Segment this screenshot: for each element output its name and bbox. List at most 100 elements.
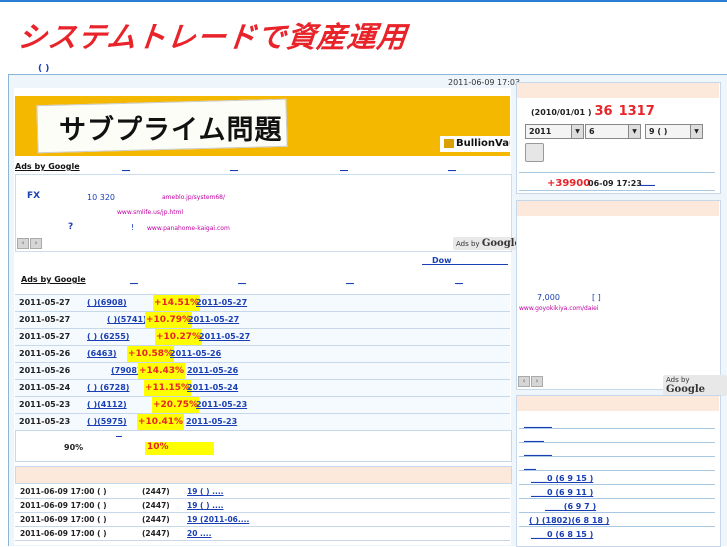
date-link[interactable]: 2011-05-26 xyxy=(170,346,221,362)
gain-percent: +10.79% xyxy=(145,312,193,328)
stats-count: 36 xyxy=(594,104,613,119)
breadcrumb[interactable]: ( ) xyxy=(38,64,49,74)
ads-by-google-label-2[interactable]: Ads by Google xyxy=(21,275,86,284)
divider xyxy=(519,512,715,513)
sidebar-ad-url[interactable]: www.goyokikiya.com/daiei xyxy=(519,305,599,312)
stock-link[interactable]: ( )(6908) xyxy=(87,295,127,311)
ranking-link[interactable]: ____0 (6 9 15 ) xyxy=(531,474,593,483)
day-value: 9 ( ) xyxy=(649,127,668,136)
ranking-link[interactable]: ____ (6 9 7 ) xyxy=(545,502,596,511)
ad-link-8[interactable]: __ xyxy=(455,275,463,284)
gain-percent: +11.15% xyxy=(144,380,192,396)
gain-percent: +20.75% xyxy=(152,397,200,413)
ad-url-3[interactable]: www.panahome-kaigai.com xyxy=(147,225,230,232)
divider xyxy=(519,484,715,485)
sidebar-ad-next-button[interactable]: › xyxy=(531,376,543,387)
chevron-down-icon: ▼ xyxy=(690,125,702,138)
ranking-link[interactable]: ____0 (6 9 11 ) xyxy=(531,488,593,497)
stock-link[interactable]: ( )(4112) xyxy=(87,397,127,413)
ranking-link[interactable]: _______ xyxy=(524,447,552,456)
gain-percent: +14.43% xyxy=(138,363,186,379)
signal-date: 2011-05-26 xyxy=(19,366,71,375)
gain-percent: +14.51% xyxy=(153,295,201,311)
date-link[interactable]: 2011-05-23 xyxy=(186,414,237,430)
ad-link-5[interactable]: __ xyxy=(130,275,138,284)
date-link[interactable]: 2011-05-23 xyxy=(196,397,247,413)
ads-by-google-label[interactable]: Ads by Google xyxy=(15,162,80,171)
news-datetime: 2011-06-09 17:00 ( ) xyxy=(20,529,107,538)
chevron-down-icon: ▼ xyxy=(628,125,640,138)
news-link[interactable]: 19 (2011-06.... xyxy=(187,513,249,526)
fx-ad-title[interactable]: FX xyxy=(27,191,40,201)
ad-link-7[interactable]: __ xyxy=(346,275,354,284)
price-link[interactable]: ____ xyxy=(639,177,655,186)
site-logo[interactable]: システムトレードで資産運用 xyxy=(16,14,410,56)
ad-url-2[interactable]: www.smlife.us/jp.html xyxy=(117,209,183,216)
ranking-link[interactable]: _______ xyxy=(524,419,552,428)
news-datetime: 2011-06-09 17:00 ( ) xyxy=(20,501,107,510)
year-select[interactable]: 2011 ▼ xyxy=(525,124,584,139)
month-value: 6 xyxy=(589,127,595,136)
sidebar-ad-amount[interactable]: 7,000 xyxy=(537,293,560,302)
summary-left-value: 90% xyxy=(64,443,84,452)
ranking-link[interactable]: ___ xyxy=(524,461,536,470)
sidebar-ad-brackets[interactable]: [ ] xyxy=(592,293,601,302)
ranking-link[interactable]: ( ) (1802)(6 8 18 ) xyxy=(529,516,609,525)
ad-link-1[interactable]: __ xyxy=(122,162,130,171)
ranking-link[interactable]: ____0 (6 8 15 ) xyxy=(531,530,593,539)
submit-button[interactable] xyxy=(525,143,544,162)
table-row: 2011-05-23 ( )(5975) +10.41% 2011-05-23 xyxy=(15,414,510,431)
bullionvault-logo[interactable]: BullionVault xyxy=(440,136,510,152)
ad-link-6[interactable]: __ xyxy=(238,275,246,284)
signals-table: 2011-05-27 ( )(6908) +14.51% 2011-05-27 … xyxy=(15,294,510,431)
stock-link[interactable]: (6463) xyxy=(87,346,117,362)
date-link[interactable]: 2011-05-27 xyxy=(199,329,250,345)
news-link[interactable]: 20 .... xyxy=(187,527,211,540)
news-link[interactable]: 19 ( ) .... xyxy=(187,485,224,498)
table-row: 2011-06-09 17:00 ( ) (2447) 19 ( ) .... xyxy=(15,499,510,513)
divider xyxy=(519,456,715,457)
table-row: 2011-06-09 17:00 ( ) (2447) 19 ( ) .... xyxy=(15,485,510,499)
ad-next-button[interactable]: › xyxy=(30,238,42,249)
summary-link[interactable] xyxy=(116,436,122,437)
signal-date: 2011-05-26 xyxy=(19,349,71,358)
divider xyxy=(519,190,715,191)
ad-question-title[interactable]: ? xyxy=(68,222,73,232)
banner-ad[interactable]: サブプライム問題 BullionVault xyxy=(15,96,510,156)
table-row: 2011-05-24 ( ) (6728) +11.15% 2011-05-24 xyxy=(15,380,510,397)
date-link[interactable]: 2011-05-24 xyxy=(187,380,238,396)
month-select[interactable]: 6 ▼ xyxy=(585,124,641,139)
sidebar-ad-prev-button[interactable]: ‹ xyxy=(518,376,530,387)
summary-right-value: 10% xyxy=(145,442,214,455)
stock-link[interactable]: ( )(5741) xyxy=(107,312,147,328)
date-link[interactable]: 2011-05-27 xyxy=(188,312,239,328)
ads-by-label: Ads by xyxy=(456,240,480,248)
gain-percent: +10.58% xyxy=(127,346,175,362)
ad-link-4[interactable]: __ xyxy=(448,162,456,171)
news-code: (2447) xyxy=(142,501,170,510)
ad-prev-button[interactable]: ‹ xyxy=(17,238,29,249)
day-select[interactable]: 9 ( ) ▼ xyxy=(645,124,703,139)
stock-link[interactable]: ( )(5975) xyxy=(87,414,127,430)
text-ad-box xyxy=(15,174,512,252)
date-link[interactable]: 2011-05-27 xyxy=(196,295,247,311)
stock-link[interactable]: ( ) (6255) xyxy=(87,329,129,345)
stock-link[interactable]: ( ) (6728) xyxy=(87,380,129,396)
bullionvault-label: BullionVault xyxy=(456,138,510,149)
stock-link[interactable]: (7908) xyxy=(111,363,141,379)
table-row: 2011-05-26 (7908) +14.43% 2011-05-26 xyxy=(15,363,510,380)
news-link[interactable]: 19 ( ) .... xyxy=(187,499,224,512)
divider xyxy=(519,470,715,471)
sidebar-ads-by-google-badge[interactable]: Ads by Google xyxy=(663,375,727,396)
ad-link-3[interactable]: __ xyxy=(340,162,348,171)
stats-line: (2010/01/01 ) 36 1317 xyxy=(531,104,655,119)
ranking-link[interactable]: _____ xyxy=(524,433,544,442)
ad-url-1[interactable]: ameblo.jp/system68/ xyxy=(162,194,225,201)
divider xyxy=(519,526,715,527)
signal-date: 2011-05-27 xyxy=(19,332,71,341)
date-link[interactable]: 2011-05-26 xyxy=(187,363,238,379)
ad-link-2[interactable]: __ xyxy=(230,162,238,171)
summary-box xyxy=(15,430,512,462)
ads-by-google-badge[interactable]: Ads by Google xyxy=(453,237,524,250)
divider xyxy=(519,498,715,499)
